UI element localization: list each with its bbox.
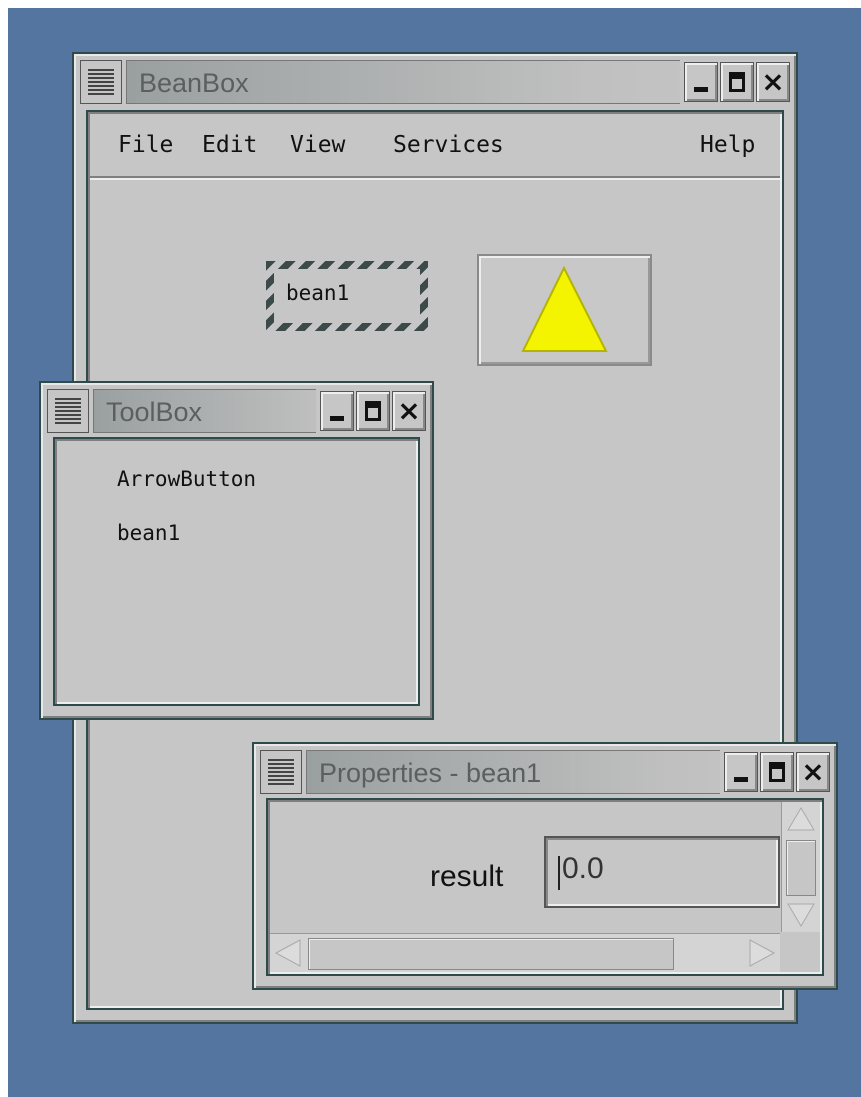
property-value-field[interactable]: 0.0	[544, 836, 780, 908]
text-cursor	[558, 856, 560, 890]
menu-services[interactable]: Services	[393, 132, 504, 158]
menu-file[interactable]: File	[118, 132, 173, 158]
vertical-scrollbar[interactable]	[781, 802, 820, 932]
minimize-icon	[330, 416, 344, 421]
properties-window: Properties - bean1 × result 0.0	[252, 742, 838, 990]
horizontal-scrollbar[interactable]	[270, 933, 780, 972]
close-button[interactable]: ×	[392, 391, 426, 431]
scroll-up-icon[interactable]	[782, 802, 820, 836]
menu-help[interactable]: Help	[700, 132, 755, 158]
scroll-down-icon[interactable]	[782, 898, 820, 932]
minimize-button[interactable]	[684, 62, 718, 102]
maximize-icon	[769, 762, 785, 782]
minimize-icon	[694, 87, 708, 92]
properties-titlebar[interactable]: Properties - bean1 ×	[260, 750, 830, 794]
maximize-button[interactable]	[356, 391, 390, 431]
scroll-right-icon[interactable]	[744, 934, 780, 972]
toolbox-window: ToolBox × ArrowButton bean1	[39, 381, 434, 720]
minimize-button[interactable]	[724, 752, 758, 792]
window-menu-icon[interactable]	[47, 389, 89, 433]
close-icon: ×	[761, 65, 785, 98]
maximize-icon	[729, 72, 745, 92]
menu-view[interactable]: View	[290, 132, 345, 158]
menubar: File Edit View Services Help	[90, 114, 780, 178]
properties-panel: result 0.0	[266, 798, 824, 976]
minimize-button[interactable]	[320, 391, 354, 431]
maximize-icon	[365, 401, 381, 421]
window-menu-icon[interactable]	[80, 60, 122, 104]
bean-label: bean1	[286, 281, 350, 305]
bean-label-box: bean1	[274, 269, 420, 323]
horizontal-scroll-thumb[interactable]	[308, 938, 674, 970]
close-button[interactable]: ×	[796, 752, 830, 792]
toolbox-item-arrowbutton[interactable]: ArrowButton	[117, 467, 256, 491]
toolbox-titlebar[interactable]: ToolBox ×	[47, 389, 426, 433]
vertical-scroll-thumb[interactable]	[786, 840, 816, 896]
triangle-icon	[521, 265, 608, 352]
beanbox-titlebar[interactable]: BeanBox ×	[80, 60, 790, 104]
window-menu-icon[interactable]	[260, 750, 302, 794]
close-icon: ×	[801, 755, 825, 788]
toolbox-item-bean1[interactable]: bean1	[117, 521, 180, 545]
bean-selection[interactable]: bean1	[266, 261, 428, 331]
close-icon: ×	[397, 394, 421, 427]
property-label: result	[430, 860, 504, 893]
property-value: 0.0	[562, 852, 604, 885]
close-button[interactable]: ×	[756, 62, 790, 102]
maximize-button[interactable]	[720, 62, 754, 102]
scroll-left-icon[interactable]	[270, 934, 306, 972]
toolbox-list: ArrowButton bean1	[53, 437, 420, 706]
maximize-button[interactable]	[760, 752, 794, 792]
menu-edit[interactable]: Edit	[202, 132, 257, 158]
minimize-icon	[734, 777, 748, 782]
arrow-button-bean[interactable]	[477, 254, 652, 366]
